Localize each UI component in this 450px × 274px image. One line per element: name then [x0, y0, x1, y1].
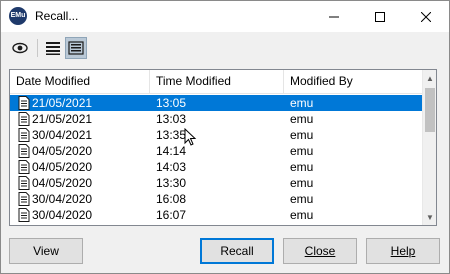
- cell-date-modified: 30/04/2020: [32, 192, 93, 206]
- column-header-time-modified[interactable]: Time Modified: [150, 70, 284, 93]
- recall-button[interactable]: Recall: [200, 238, 274, 264]
- maximize-icon: [375, 11, 385, 22]
- cell-time-modified: 16:07: [156, 208, 187, 222]
- cell-date-modified: 04/05/2020: [32, 176, 93, 190]
- list-view-icon: [46, 42, 60, 55]
- document-icon: [18, 96, 30, 110]
- cell-date-modified: 04/05/2020: [32, 144, 93, 158]
- cell-time-modified: 14:03: [156, 160, 187, 174]
- cell-date-modified: 30/04/2020: [32, 208, 93, 222]
- table-row[interactable]: 21/05/2021 13:05 emu: [10, 95, 422, 111]
- close-button[interactable]: Close: [283, 238, 357, 264]
- title-bar[interactable]: EMu Recall...: [1, 1, 449, 32]
- cell-modified-by: emu: [290, 128, 314, 142]
- help-button[interactable]: Help: [366, 238, 440, 264]
- column-header-modified-by[interactable]: Modified By: [284, 70, 422, 93]
- recall-list[interactable]: Date Modified Time Modified Modified By …: [9, 69, 437, 226]
- cell-modified-by: emu: [290, 192, 314, 206]
- vertical-scrollbar[interactable]: ▲ ▼: [422, 70, 436, 225]
- help-button-label: Help: [390, 244, 416, 258]
- document-icon: [18, 112, 30, 126]
- table-row[interactable]: 30/04/2021 13:35 emu: [10, 127, 422, 143]
- cell-date-modified: 30/04/2021: [32, 128, 93, 142]
- toolbar-separator: [37, 39, 38, 57]
- eye-icon: [12, 42, 28, 54]
- cell-modified-by: emu: [290, 144, 314, 158]
- cell-time-modified: 13:30: [156, 176, 187, 190]
- maximize-button[interactable]: [357, 1, 403, 32]
- cell-time-modified: 16:08: [156, 192, 187, 206]
- recall-dialog: EMu Recall... Date Modified Time Modifie…: [0, 0, 450, 274]
- cell-date-modified: 04/05/2020: [32, 160, 93, 174]
- eye-button[interactable]: [9, 37, 31, 59]
- cell-date-modified: 21/05/2021: [32, 96, 93, 110]
- cell-time-modified: 13:35: [156, 128, 187, 142]
- cell-modified-by: emu: [290, 176, 314, 190]
- document-icon: [18, 144, 30, 158]
- table-row[interactable]: 30/04/2020 16:08 emu: [10, 191, 422, 207]
- cell-modified-by: emu: [290, 112, 314, 126]
- list-header: Date Modified Time Modified Modified By: [10, 70, 422, 94]
- view-button[interactable]: View: [9, 238, 83, 264]
- window-title: Recall...: [35, 9, 79, 23]
- close-icon: [421, 11, 431, 22]
- emu-app-icon: EMu: [9, 7, 27, 25]
- table-row[interactable]: 04/05/2020 13:30 emu: [10, 175, 422, 191]
- detail-view-icon: [68, 41, 84, 55]
- document-icon: [18, 192, 30, 206]
- column-header-date-modified[interactable]: Date Modified: [10, 70, 150, 93]
- minimize-button[interactable]: [311, 1, 357, 32]
- document-icon: [18, 160, 30, 174]
- table-row[interactable]: 04/05/2020 14:14 emu: [10, 143, 422, 159]
- close-window-button[interactable]: [403, 1, 449, 32]
- cell-time-modified: 14:14: [156, 144, 187, 158]
- toolbar: [1, 37, 449, 63]
- close-button-label: Close: [304, 244, 336, 258]
- cell-date-modified: 21/05/2021: [32, 112, 93, 126]
- minimize-icon: [329, 16, 339, 17]
- scrollbar-thumb[interactable]: [425, 88, 435, 132]
- table-row[interactable]: 21/05/2021 13:03 emu: [10, 111, 422, 127]
- mouse-cursor-icon: [184, 128, 197, 146]
- table-row[interactable]: 30/04/2020 16:07 emu: [10, 207, 422, 223]
- detail-view-button[interactable]: [65, 37, 87, 59]
- cell-time-modified: 13:03: [156, 112, 187, 126]
- document-icon: [18, 128, 30, 142]
- document-icon: [18, 176, 30, 190]
- cell-modified-by: emu: [290, 160, 314, 174]
- cell-time-modified: 13:05: [156, 96, 187, 110]
- scroll-up-icon[interactable]: ▲: [423, 71, 436, 85]
- document-icon: [18, 208, 30, 222]
- cell-modified-by: emu: [290, 96, 314, 110]
- cell-modified-by: emu: [290, 208, 314, 222]
- scroll-down-icon[interactable]: ▼: [423, 210, 436, 224]
- list-view-button[interactable]: [42, 37, 64, 59]
- table-row[interactable]: 04/05/2020 14:03 emu: [10, 159, 422, 175]
